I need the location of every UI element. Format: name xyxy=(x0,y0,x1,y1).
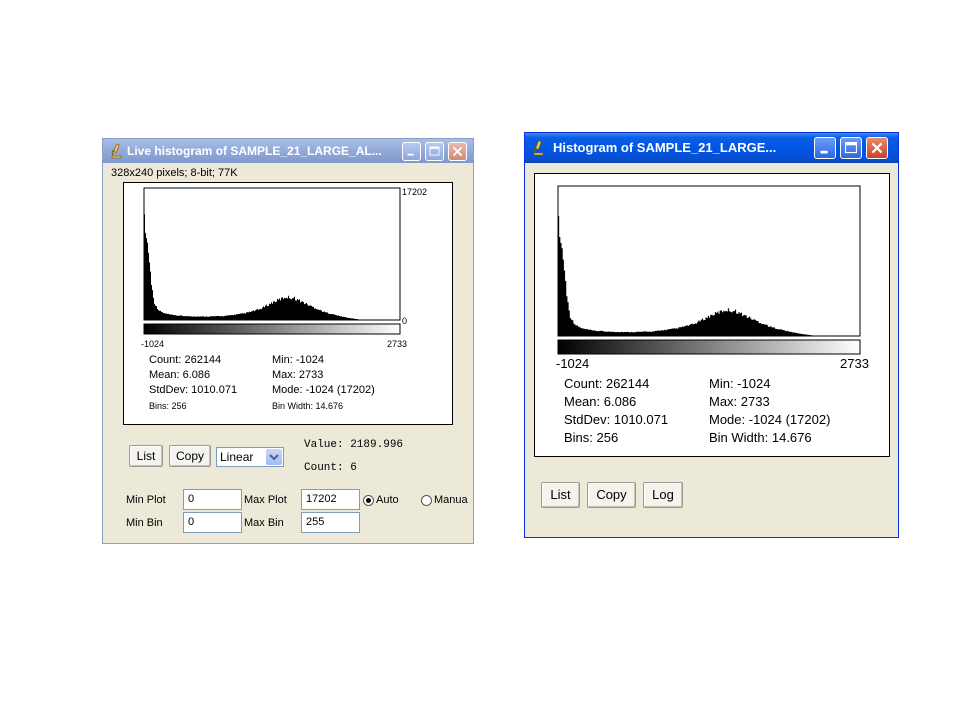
min-plot-field[interactable]: 0 xyxy=(183,489,242,510)
min-bin-field[interactable]: 0 xyxy=(183,512,242,533)
stat-stddev: StdDev: 1010.071 xyxy=(149,384,238,396)
close-icon xyxy=(871,142,883,154)
max-plot-field[interactable]: 17202 xyxy=(301,489,360,510)
y-max-label: 17202 xyxy=(402,187,427,197)
stat-count: Count: 262144 xyxy=(149,354,222,366)
cursor-count: Count: 6 xyxy=(304,462,357,474)
live-window-titlebar[interactable]: Live histogram of SAMPLE_21_LARGE_AL... xyxy=(103,139,473,163)
stat-max: Max: 2733 xyxy=(709,394,770,409)
microscope-icon xyxy=(533,140,544,156)
plot-frame xyxy=(557,185,861,337)
plot-frame xyxy=(143,187,401,321)
histogram-window-titlebar[interactable]: Histogram of SAMPLE_21_LARGE... xyxy=(525,133,898,163)
stat-min: Min: -1024 xyxy=(709,376,771,391)
list-button[interactable]: List xyxy=(541,482,580,508)
stat-bin-width: Bin Width: 14.676 xyxy=(272,401,344,411)
minimize-icon xyxy=(407,153,414,156)
max-bin-label: Max Bin xyxy=(244,517,284,529)
live-window-title: Live histogram of SAMPLE_21_LARGE_AL... xyxy=(127,144,382,158)
lut-gradient-bar xyxy=(557,339,861,355)
stat-mode: Mode: -1024 (17202) xyxy=(272,384,375,396)
stat-mode: Mode: -1024 (17202) xyxy=(709,412,831,427)
histogram-panel: -1024 2733 Count: 262144 Mean: 6.086 Std… xyxy=(534,173,890,457)
histogram-window-title: Histogram of SAMPLE_21_LARGE... xyxy=(553,140,777,155)
cursor-value: Value: 2189.996 xyxy=(304,439,404,451)
maximize-button[interactable] xyxy=(840,137,862,159)
image-info: 328x240 pixels; 8-bit; 77K xyxy=(111,167,238,179)
scale-select-value: Linear xyxy=(220,450,254,464)
stat-min: Min: -1024 xyxy=(272,354,324,366)
scale-select[interactable]: Linear xyxy=(216,447,284,467)
x-max-label: 2733 xyxy=(387,339,407,349)
maximize-icon xyxy=(429,146,440,156)
auto-label: Auto xyxy=(376,494,399,506)
stat-stddev: StdDev: 1010.071 xyxy=(564,412,669,427)
min-plot-label: Min Plot xyxy=(126,494,166,506)
stat-max: Max: 2733 xyxy=(272,369,324,381)
manual-label: Manua xyxy=(434,494,468,506)
close-button[interactable] xyxy=(866,137,888,159)
manual-radio[interactable] xyxy=(421,495,432,506)
auto-radio[interactable] xyxy=(363,495,374,506)
minimize-icon xyxy=(820,150,828,154)
stat-bin-width: Bin Width: 14.676 xyxy=(709,430,812,445)
microscope-icon xyxy=(111,143,122,159)
y-min-label: 0 xyxy=(402,316,407,326)
stat-bins: Bins: 256 xyxy=(149,401,187,411)
max-plot-label: Max Plot xyxy=(244,494,287,506)
lut-gradient-bar xyxy=(143,323,401,335)
maximize-button[interactable] xyxy=(425,142,444,161)
x-min-label: -1024 xyxy=(141,339,164,349)
min-bin-label: Min Bin xyxy=(126,517,163,529)
copy-button[interactable]: Copy xyxy=(587,482,636,508)
x-max-label: 2733 xyxy=(840,356,869,371)
stat-bins: Bins: 256 xyxy=(564,430,619,445)
minimize-button[interactable] xyxy=(814,137,836,159)
stat-count: Count: 262144 xyxy=(564,376,650,391)
close-button[interactable] xyxy=(448,142,467,161)
close-icon xyxy=(452,146,463,157)
histogram-window: Histogram of SAMPLE_21_LARGE... -1024 27… xyxy=(524,132,899,538)
chevron-down-icon[interactable] xyxy=(266,449,282,465)
stat-mean: Mean: 6.086 xyxy=(149,369,211,381)
max-bin-field[interactable]: 255 xyxy=(301,512,360,533)
log-button[interactable]: Log xyxy=(643,482,683,508)
live-histogram-window: Live histogram of SAMPLE_21_LARGE_AL... … xyxy=(102,138,474,544)
copy-button[interactable]: Copy xyxy=(169,445,211,467)
live-histogram-panel: 17202 0 -1024 2733 Count: 262144 Mean: 6… xyxy=(123,182,453,425)
stat-mean: Mean: 6.086 xyxy=(564,394,637,409)
minimize-button[interactable] xyxy=(402,142,421,161)
list-button[interactable]: List xyxy=(129,445,163,467)
maximize-icon xyxy=(845,142,857,154)
x-min-label: -1024 xyxy=(556,356,589,371)
